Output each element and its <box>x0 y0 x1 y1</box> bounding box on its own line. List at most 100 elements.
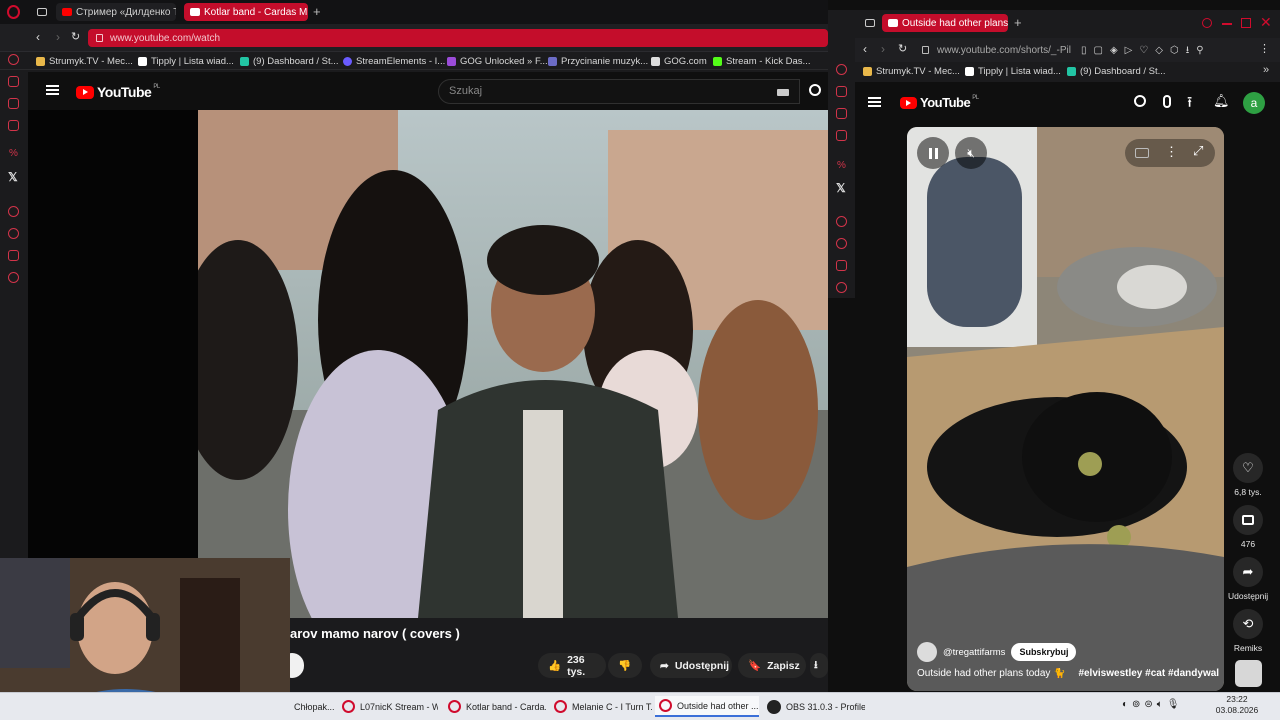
share-button[interactable]: ➦ Udostępnij <box>650 653 732 678</box>
play-circle-icon[interactable] <box>8 206 19 217</box>
system-tray[interactable]: ◐⊚⊜🔈︎🎙︎ <box>1122 699 1184 710</box>
bell-icon[interactable]: 🔔︎ <box>1213 93 1230 109</box>
upload-icon[interactable]: ⭱ <box>1187 92 1192 117</box>
video-letterbox <box>28 110 198 560</box>
x-icon[interactable]: 𝕏 <box>836 181 846 195</box>
percent-icon[interactable]: % <box>9 148 18 159</box>
taskbar-item[interactable]: Outside had other ... <box>655 696 759 717</box>
forward-icon[interactable]: › <box>56 30 60 44</box>
messenger-icon[interactable] <box>836 108 847 119</box>
like-action[interactable]: ♡ 6,8 tys. <box>1228 453 1268 497</box>
save-button[interactable]: 🔖 Zapisz <box>738 653 806 678</box>
chat-icon[interactable] <box>8 250 19 261</box>
tab-streamer[interactable]: Стример «Дилденко Т <box>56 3 176 21</box>
search-tabs-icon[interactable] <box>1202 18 1212 28</box>
left-bookmarks-bar: Strumyk.TV - Mec... Tipply | Lista wiad.… <box>0 52 828 70</box>
instagram-icon[interactable] <box>8 120 19 131</box>
comments-action[interactable]: 476 <box>1228 505 1268 549</box>
fullscreen-icon[interactable]: ⤢ <box>1193 143 1203 159</box>
youtube-logo[interactable]: YouTube PL <box>900 95 979 110</box>
dislike-button[interactable]: 👎 <box>608 653 642 678</box>
youtube-logo[interactable]: YouTube PL <box>76 84 160 100</box>
channel-name[interactable]: @tregattifarms <box>943 647 1005 658</box>
opera-logo-icon[interactable] <box>7 5 20 19</box>
keyboard-icon[interactable] <box>777 89 789 96</box>
bookmark-item[interactable]: Strumyk.TV - Mec... <box>863 64 960 78</box>
search-input[interactable]: Szukaj <box>438 79 800 104</box>
close-icon[interactable]: ✕ <box>1260 14 1272 31</box>
video-player[interactable] <box>198 110 828 618</box>
share-action[interactable]: ➦ Udostępnij <box>1228 557 1268 601</box>
bookmark-item[interactable]: Tipply | Lista wiad... <box>965 64 1061 78</box>
bookmark-item[interactable]: Strumyk.TV - Mec... <box>36 54 133 68</box>
bag-icon[interactable] <box>836 86 847 97</box>
bookmark-item[interactable]: GOG Unlocked » F... <box>447 54 548 68</box>
bookmark-item[interactable]: GOG.com <box>651 54 707 68</box>
search-icon[interactable] <box>1134 95 1146 107</box>
taskbar-item[interactable]: OBS 31.0.3 - Profile:... <box>763 696 865 717</box>
pause-button[interactable] <box>917 137 949 169</box>
url-field[interactable]: www.youtube.com/watch <box>88 29 828 47</box>
minimize-icon[interactable] <box>1222 23 1232 25</box>
avatar[interactable]: a <box>1243 92 1265 114</box>
messenger-icon[interactable] <box>8 98 19 109</box>
sound-thumbnail[interactable] <box>1235 660 1262 687</box>
clock-icon[interactable] <box>836 238 847 249</box>
remix-action[interactable]: ⟲ Remiks <box>1228 609 1268 653</box>
search-icon[interactable] <box>809 84 821 96</box>
new-tab-button[interactable]: + <box>313 4 321 19</box>
bag-icon[interactable] <box>8 76 19 87</box>
download-button[interactable]: ⭳ <box>810 653 828 678</box>
reload-icon[interactable]: ↻ <box>898 42 907 55</box>
history-icon[interactable] <box>836 64 847 75</box>
taskbar-item[interactable]: Chłopak... <box>290 696 334 717</box>
hashtags[interactable]: #elviswestley #cat #dandywalke... <box>1078 668 1219 679</box>
url-field[interactable]: www.youtube.com/shorts/_-Pil <box>915 41 1075 59</box>
bookmark-item[interactable]: StreamElements - I... <box>343 54 445 68</box>
play-circle-icon[interactable] <box>836 216 847 227</box>
back-icon[interactable]: ‹ <box>863 42 867 56</box>
bookmark-item[interactable]: Przycinanie muzyk... <box>548 54 648 68</box>
bookmark-item[interactable]: Tipply | Lista wiad... <box>138 54 234 68</box>
instagram-icon[interactable] <box>836 130 847 141</box>
chat-icon[interactable] <box>836 260 847 271</box>
tab-kotlar-band[interactable]: Kotlar band - Cardas M <box>184 3 308 21</box>
maximize-icon[interactable] <box>1241 18 1251 28</box>
settings-icon[interactable] <box>836 282 847 293</box>
tab-list-icon[interactable] <box>37 8 47 16</box>
menu-icon[interactable] <box>46 85 59 95</box>
taskbar-item[interactable]: Melanie C - I Turn T... <box>550 696 652 717</box>
history-icon[interactable] <box>8 54 19 65</box>
mute-button[interactable]: 🔇︎ <box>955 137 987 169</box>
bookmark-item[interactable]: (9) Dashboard / St... <box>1067 64 1166 78</box>
right-opera-sidebar: % 𝕏 <box>828 38 855 298</box>
percent-icon[interactable]: % <box>837 160 846 171</box>
right-bookmarks-bar: Strumyk.TV - Mec... Tipply | Lista wiad.… <box>855 62 1280 82</box>
microphone-icon[interactable] <box>1163 95 1171 108</box>
menu-icon[interactable] <box>868 97 881 107</box>
clock-icon[interactable] <box>8 228 19 239</box>
left-address-bar: ‹ › ↻ www.youtube.com/watch <box>0 24 828 52</box>
like-button[interactable]: 👍 236 tys. <box>538 653 606 678</box>
back-icon[interactable]: ‹ <box>36 30 40 44</box>
forward-icon[interactable]: › <box>881 42 885 56</box>
taskbar-item[interactable]: Kotlar band - Carda... <box>444 696 546 717</box>
shorts-video-player[interactable]: 🔇︎ ⋮ ⤢ @tregattifarms Subskrybuj Outside… <box>907 127 1224 691</box>
tab-list-icon[interactable] <box>865 19 875 27</box>
new-tab-button[interactable]: + <box>1014 15 1022 30</box>
taskbar-item[interactable]: L07nicK Stream - W... <box>338 696 438 717</box>
x-icon[interactable]: 𝕏 <box>8 170 18 184</box>
subscribe-button[interactable]: Subskrybuj <box>1011 643 1077 661</box>
toolbar-icons[interactable]: ▯▢◈▷♡◇⬡⭳⚲ <box>1081 43 1211 60</box>
channel-avatar[interactable] <box>917 642 937 662</box>
more-bookmarks-icon[interactable]: » <box>1263 64 1269 76</box>
bookmark-item[interactable]: Stream - Kick Das... <box>713 54 810 68</box>
reload-icon[interactable]: ↻ <box>71 30 80 43</box>
clock[interactable]: 23:22 03.08.2026 <box>1198 694 1276 716</box>
tab-shorts[interactable]: Outside had other plans tod <box>882 14 1008 32</box>
captions-icon[interactable] <box>1135 148 1149 158</box>
menu-dots-icon[interactable]: ⋮ <box>1259 42 1270 55</box>
bookmark-item[interactable]: (9) Dashboard / St... <box>240 54 339 68</box>
more-options-icon[interactable]: ⋮ <box>1165 144 1178 160</box>
settings-icon[interactable] <box>8 272 19 283</box>
